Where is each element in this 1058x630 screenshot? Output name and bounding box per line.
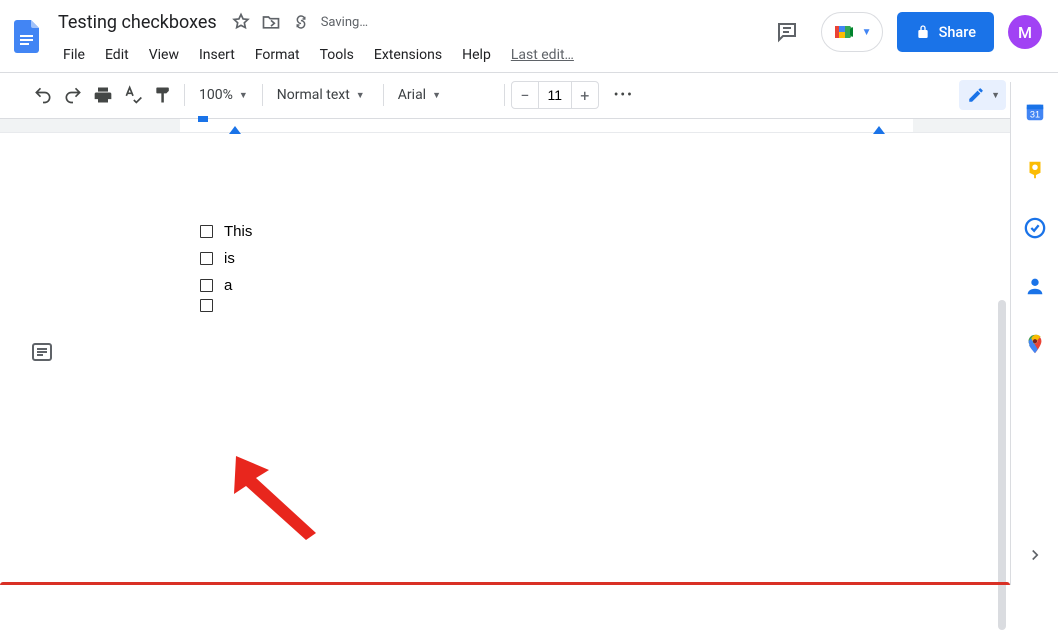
checklist-item[interactable]: a (200, 272, 913, 299)
horizontal-ruler[interactable] (0, 119, 1058, 133)
font-size-decrease[interactable]: − (512, 82, 538, 108)
chevron-down-icon: ▼ (991, 90, 1000, 101)
menubar: File Edit View Insert Format Tools Exten… (54, 40, 767, 70)
star-icon[interactable] (231, 12, 251, 32)
chevron-down-icon: ▼ (432, 90, 441, 101)
checklist-text: This (224, 218, 252, 245)
avatar[interactable]: M (1008, 15, 1042, 49)
print-button[interactable] (88, 81, 118, 109)
menu-insert[interactable]: Insert (190, 43, 244, 67)
calendar-icon[interactable]: 31 (1023, 100, 1047, 124)
avatar-letter: M (1018, 23, 1032, 42)
lock-icon (915, 24, 931, 40)
pencil-icon (967, 86, 985, 104)
menu-format[interactable]: Format (246, 43, 309, 67)
spellcheck-button[interactable] (118, 81, 148, 109)
meet-button[interactable]: ▼ (821, 12, 883, 52)
editing-mode-button[interactable]: ▼ (959, 80, 1006, 110)
share-label: Share (939, 24, 976, 41)
font-size-group: − + (511, 81, 599, 109)
checklist-text: is (224, 245, 235, 272)
document-outline-button[interactable] (28, 338, 56, 366)
checkbox-icon[interactable] (200, 225, 213, 238)
paragraph-style-value: Normal text (277, 87, 350, 103)
checkbox-icon[interactable] (200, 299, 213, 312)
document-page[interactable]: This is a (180, 148, 913, 578)
menu-help[interactable]: Help (453, 43, 500, 67)
paragraph-style-combo[interactable]: Normal text ▼ (269, 81, 377, 109)
keep-icon[interactable] (1023, 158, 1047, 182)
zoom-value: 100% (199, 87, 233, 103)
font-size-input[interactable] (538, 82, 572, 108)
checkbox-icon[interactable] (200, 279, 213, 292)
paint-format-button[interactable] (148, 81, 178, 109)
right-indent-marker[interactable] (873, 126, 885, 134)
meet-icon (832, 20, 856, 44)
chevron-down-icon: ▼ (239, 90, 248, 101)
side-panel: 31 (1010, 82, 1058, 585)
zoom-combo[interactable]: 100% ▼ (191, 81, 256, 109)
document-title[interactable]: Testing checkboxes (54, 11, 221, 34)
menu-file[interactable]: File (54, 43, 94, 67)
cloud-sync-icon (291, 12, 311, 32)
last-edit-link[interactable]: Last edit… (502, 43, 583, 67)
menu-view[interactable]: View (140, 43, 188, 67)
checklist-item[interactable] (200, 299, 913, 312)
toolbar-more-button[interactable]: ••• (609, 81, 639, 109)
tasks-icon[interactable] (1023, 216, 1047, 240)
move-icon[interactable] (261, 12, 281, 32)
chevron-down-icon: ▼ (862, 27, 872, 38)
undo-button[interactable] (28, 81, 58, 109)
chevron-down-icon: ▼ (356, 90, 365, 101)
left-indent-marker[interactable] (229, 126, 241, 134)
menu-tools[interactable]: Tools (311, 43, 363, 67)
saving-status: Saving… (321, 15, 368, 30)
tab-stop-marker[interactable] (198, 116, 208, 122)
font-size-increase[interactable]: + (572, 82, 598, 108)
toolbar: 100% ▼ Normal text ▼ Arial ▼ − + ••• ▼ (0, 73, 1058, 117)
contacts-icon[interactable] (1023, 274, 1047, 298)
share-button[interactable]: Share (897, 12, 994, 52)
checkbox-icon[interactable] (200, 252, 213, 265)
menu-edit[interactable]: Edit (96, 43, 138, 67)
menu-extensions[interactable]: Extensions (365, 43, 451, 67)
checklist-item[interactable]: This (200, 218, 913, 245)
show-side-panel-button[interactable] (1019, 539, 1051, 571)
redo-button[interactable] (58, 81, 88, 109)
comments-history-icon[interactable] (767, 12, 807, 52)
svg-text:31: 31 (1029, 110, 1039, 120)
checklist-text: a (224, 272, 232, 299)
docs-logo[interactable] (8, 8, 48, 62)
font-family-value: Arial (398, 87, 426, 103)
maps-icon[interactable] (1023, 332, 1047, 356)
font-family-combo[interactable]: Arial ▼ (390, 81, 498, 109)
checklist-item[interactable]: is (200, 245, 913, 272)
vertical-scrollbar[interactable] (998, 300, 1006, 630)
